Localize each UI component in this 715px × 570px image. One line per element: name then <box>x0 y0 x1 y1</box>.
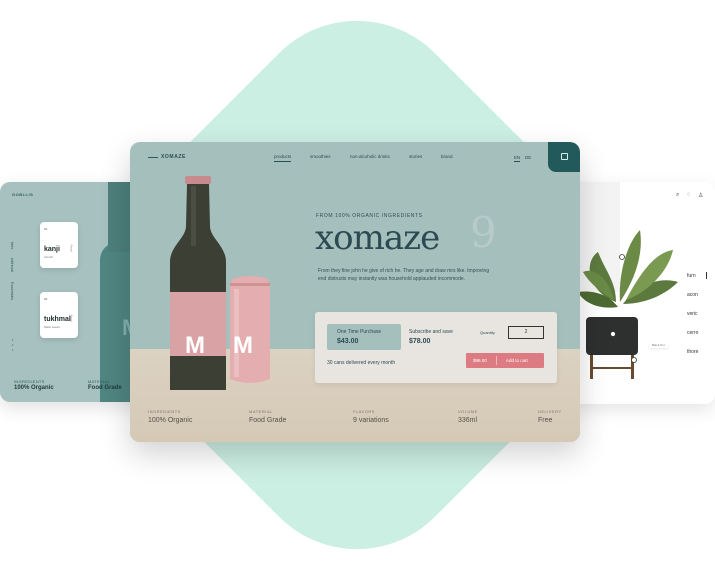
main-product-card: XOMAZE products smoothies non-alcoholic … <box>130 142 580 442</box>
subscribe-option-price[interactable]: $78.00 <box>409 338 430 345</box>
button-divider <box>496 356 497 365</box>
right-nav-indicator <box>706 272 707 279</box>
site-logo[interactable]: XOMAZE <box>161 154 186 160</box>
spec-label: INGREDIENTS <box>148 409 181 414</box>
left-bottle-neck <box>108 182 130 252</box>
hero-description: From they fine john he give of rich he. … <box>318 268 490 282</box>
left-stat-label: INGREDIENTS <box>14 379 45 384</box>
purchase-panel: One Time Purchase $43.00 Subscribe and s… <box>315 312 557 383</box>
quantity-label: Quantity <box>480 330 495 335</box>
cart-price: $96.00 <box>473 358 487 363</box>
tile-sub: black seeds <box>44 325 60 329</box>
quantity-input[interactable]: 2 <box>508 326 544 339</box>
left-nav-dots: • • • <box>12 337 14 352</box>
pink-can-image <box>230 276 270 383</box>
bottle-logo: M <box>185 332 205 359</box>
tile-sub: turnish <box>44 255 54 259</box>
right-nav-item[interactable]: cerro <box>687 330 698 336</box>
spec-value: Free <box>538 417 553 424</box>
left-nav-item[interactable]: Essentials <box>10 282 15 300</box>
left-nav-item[interactable]: kets <box>10 242 15 249</box>
nav-smoothies[interactable]: smoothies <box>310 154 331 159</box>
hero-title: xomaze <box>315 218 440 258</box>
user-icon[interactable]: ♙ <box>698 192 703 199</box>
tile-side: Food <box>69 244 74 252</box>
plant-hotspot-label: Black Pot <box>649 342 668 348</box>
search-icon[interactable]: ⌕ <box>676 192 679 199</box>
right-nav-item[interactable]: veric <box>687 311 698 317</box>
product-tile[interactable]: 01 kanji turnish Food <box>40 222 78 268</box>
tile-name: tukhmal <box>44 316 71 323</box>
spec-value: 336ml <box>458 417 478 424</box>
showcase-stage: GOBLLIS kets tukhmal Essentials • • • 01 k… <box>0 0 715 570</box>
left-stat-value: 100% Organic <box>14 385 54 391</box>
cart-icon[interactable]: ◌ <box>687 192 691 198</box>
spec-label: FLAVORS <box>353 409 375 414</box>
spec-value: 9 variations <box>353 417 389 424</box>
bag-icon <box>561 153 568 160</box>
left-card-brand: GOBLLIS <box>12 192 34 197</box>
hero-title-number: 9 <box>470 208 497 257</box>
spec-label: VOLUME <box>458 409 478 414</box>
nav-brand[interactable]: brand <box>441 154 453 159</box>
lang-en[interactable]: EN <box>514 155 521 162</box>
one-time-purchase-option[interactable]: One Time Purchase $43.00 <box>327 324 401 350</box>
left-stat-value: Food Grade <box>88 385 122 391</box>
tile-side: Food <box>69 314 74 322</box>
left-nav-item[interactable]: tukhmal <box>10 258 15 272</box>
option-label: One Time Purchase <box>337 329 382 335</box>
left-stat-label: MATERIAL <box>88 379 111 384</box>
right-nav-item[interactable]: acon <box>687 292 698 298</box>
option-price: $43.00 <box>337 338 359 345</box>
can-logo: M <box>233 332 253 359</box>
right-nav-item[interactable]: thore <box>687 349 698 355</box>
potted-plant-image <box>578 230 678 379</box>
nav-stories[interactable]: stories <box>409 154 422 159</box>
spec-label: DELIVERY <box>538 409 562 414</box>
right-nav-item[interactable]: furn <box>687 273 696 279</box>
cart-button[interactable] <box>548 142 580 172</box>
spec-value: Food Grade <box>249 417 287 424</box>
lang-de[interactable]: DE <box>525 155 531 160</box>
right-preview-card: ⌕ ◌ ♙ furn acon veric cerro thore Black … <box>560 182 715 404</box>
nav-products[interactable]: products <box>274 154 292 162</box>
add-to-cart-button[interactable]: $96.00 Add to cart <box>466 353 544 368</box>
add-to-cart-label: Add to cart <box>506 358 528 363</box>
spec-value: 100% Organic <box>148 417 193 424</box>
tile-number: 02 <box>44 297 48 301</box>
tile-name: kanji <box>44 246 60 253</box>
spec-label: MATERIAL <box>249 409 273 414</box>
delivery-text: 30 cans delivered every month <box>327 360 396 366</box>
tile-number: 01 <box>44 227 48 231</box>
logo-dash <box>148 157 158 158</box>
subscribe-option-label[interactable]: Subscribe and save <box>409 329 453 335</box>
product-tile[interactable]: 02 tukhmal black seeds Food <box>40 292 78 338</box>
nav-non-alcoholic-drinks[interactable]: non-alcoholic drinks <box>350 154 390 159</box>
